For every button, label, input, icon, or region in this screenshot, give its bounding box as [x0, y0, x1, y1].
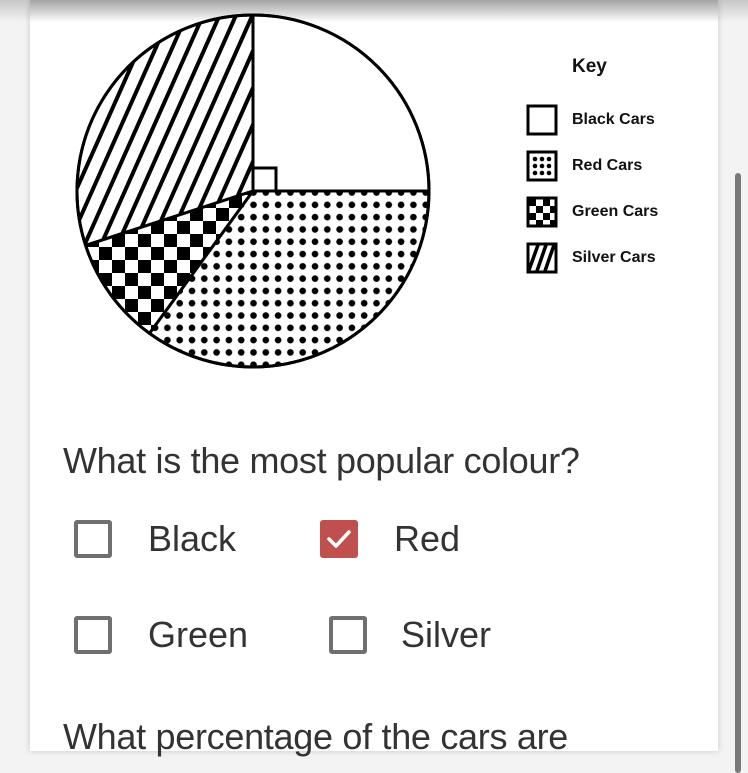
stripes-swatch-icon: [526, 242, 558, 274]
checkbox-silver[interactable]: [329, 616, 367, 654]
checkbox-red[interactable]: [320, 520, 358, 558]
scrollbar[interactable]: [735, 173, 741, 773]
option-label: Red: [394, 518, 461, 559]
option-red[interactable]: Red: [320, 518, 460, 560]
option-green[interactable]: Green: [74, 614, 248, 656]
dots-swatch-icon: [526, 150, 558, 182]
question-1-text: What is the most popular colour?: [63, 440, 580, 481]
checkbox-black[interactable]: [74, 520, 112, 558]
legend-title: Key: [572, 56, 607, 77]
checkbox-green[interactable]: [74, 616, 112, 654]
legend-item-red-cars: Red Cars: [526, 150, 643, 182]
checkerboard-swatch-icon: [526, 196, 558, 228]
option-label: Silver: [401, 614, 492, 655]
question-2-text: What percentage of the cars are: [63, 716, 568, 757]
legend-item-silver-cars: Silver Cars: [526, 242, 656, 274]
blank-swatch-icon: [526, 104, 558, 136]
legend-label: Black Cars: [572, 111, 655, 128]
legend-label: Green Cars: [572, 203, 659, 220]
option-silver[interactable]: Silver: [329, 614, 491, 656]
option-black[interactable]: Black: [74, 518, 236, 560]
option-label: Green: [148, 614, 249, 655]
option-label: Black: [148, 518, 237, 559]
checkmark-icon: [327, 530, 351, 548]
right-angle-marker: [251, 166, 278, 193]
legend-item-green-cars: Green Cars: [526, 196, 659, 228]
legend-item-black-cars: Black Cars: [526, 104, 655, 136]
legend-label: Silver Cars: [572, 249, 656, 266]
pie-chart: [75, 13, 431, 369]
pie-slice-black-cars: [251, 13, 431, 193]
legend-label: Red Cars: [572, 157, 643, 174]
